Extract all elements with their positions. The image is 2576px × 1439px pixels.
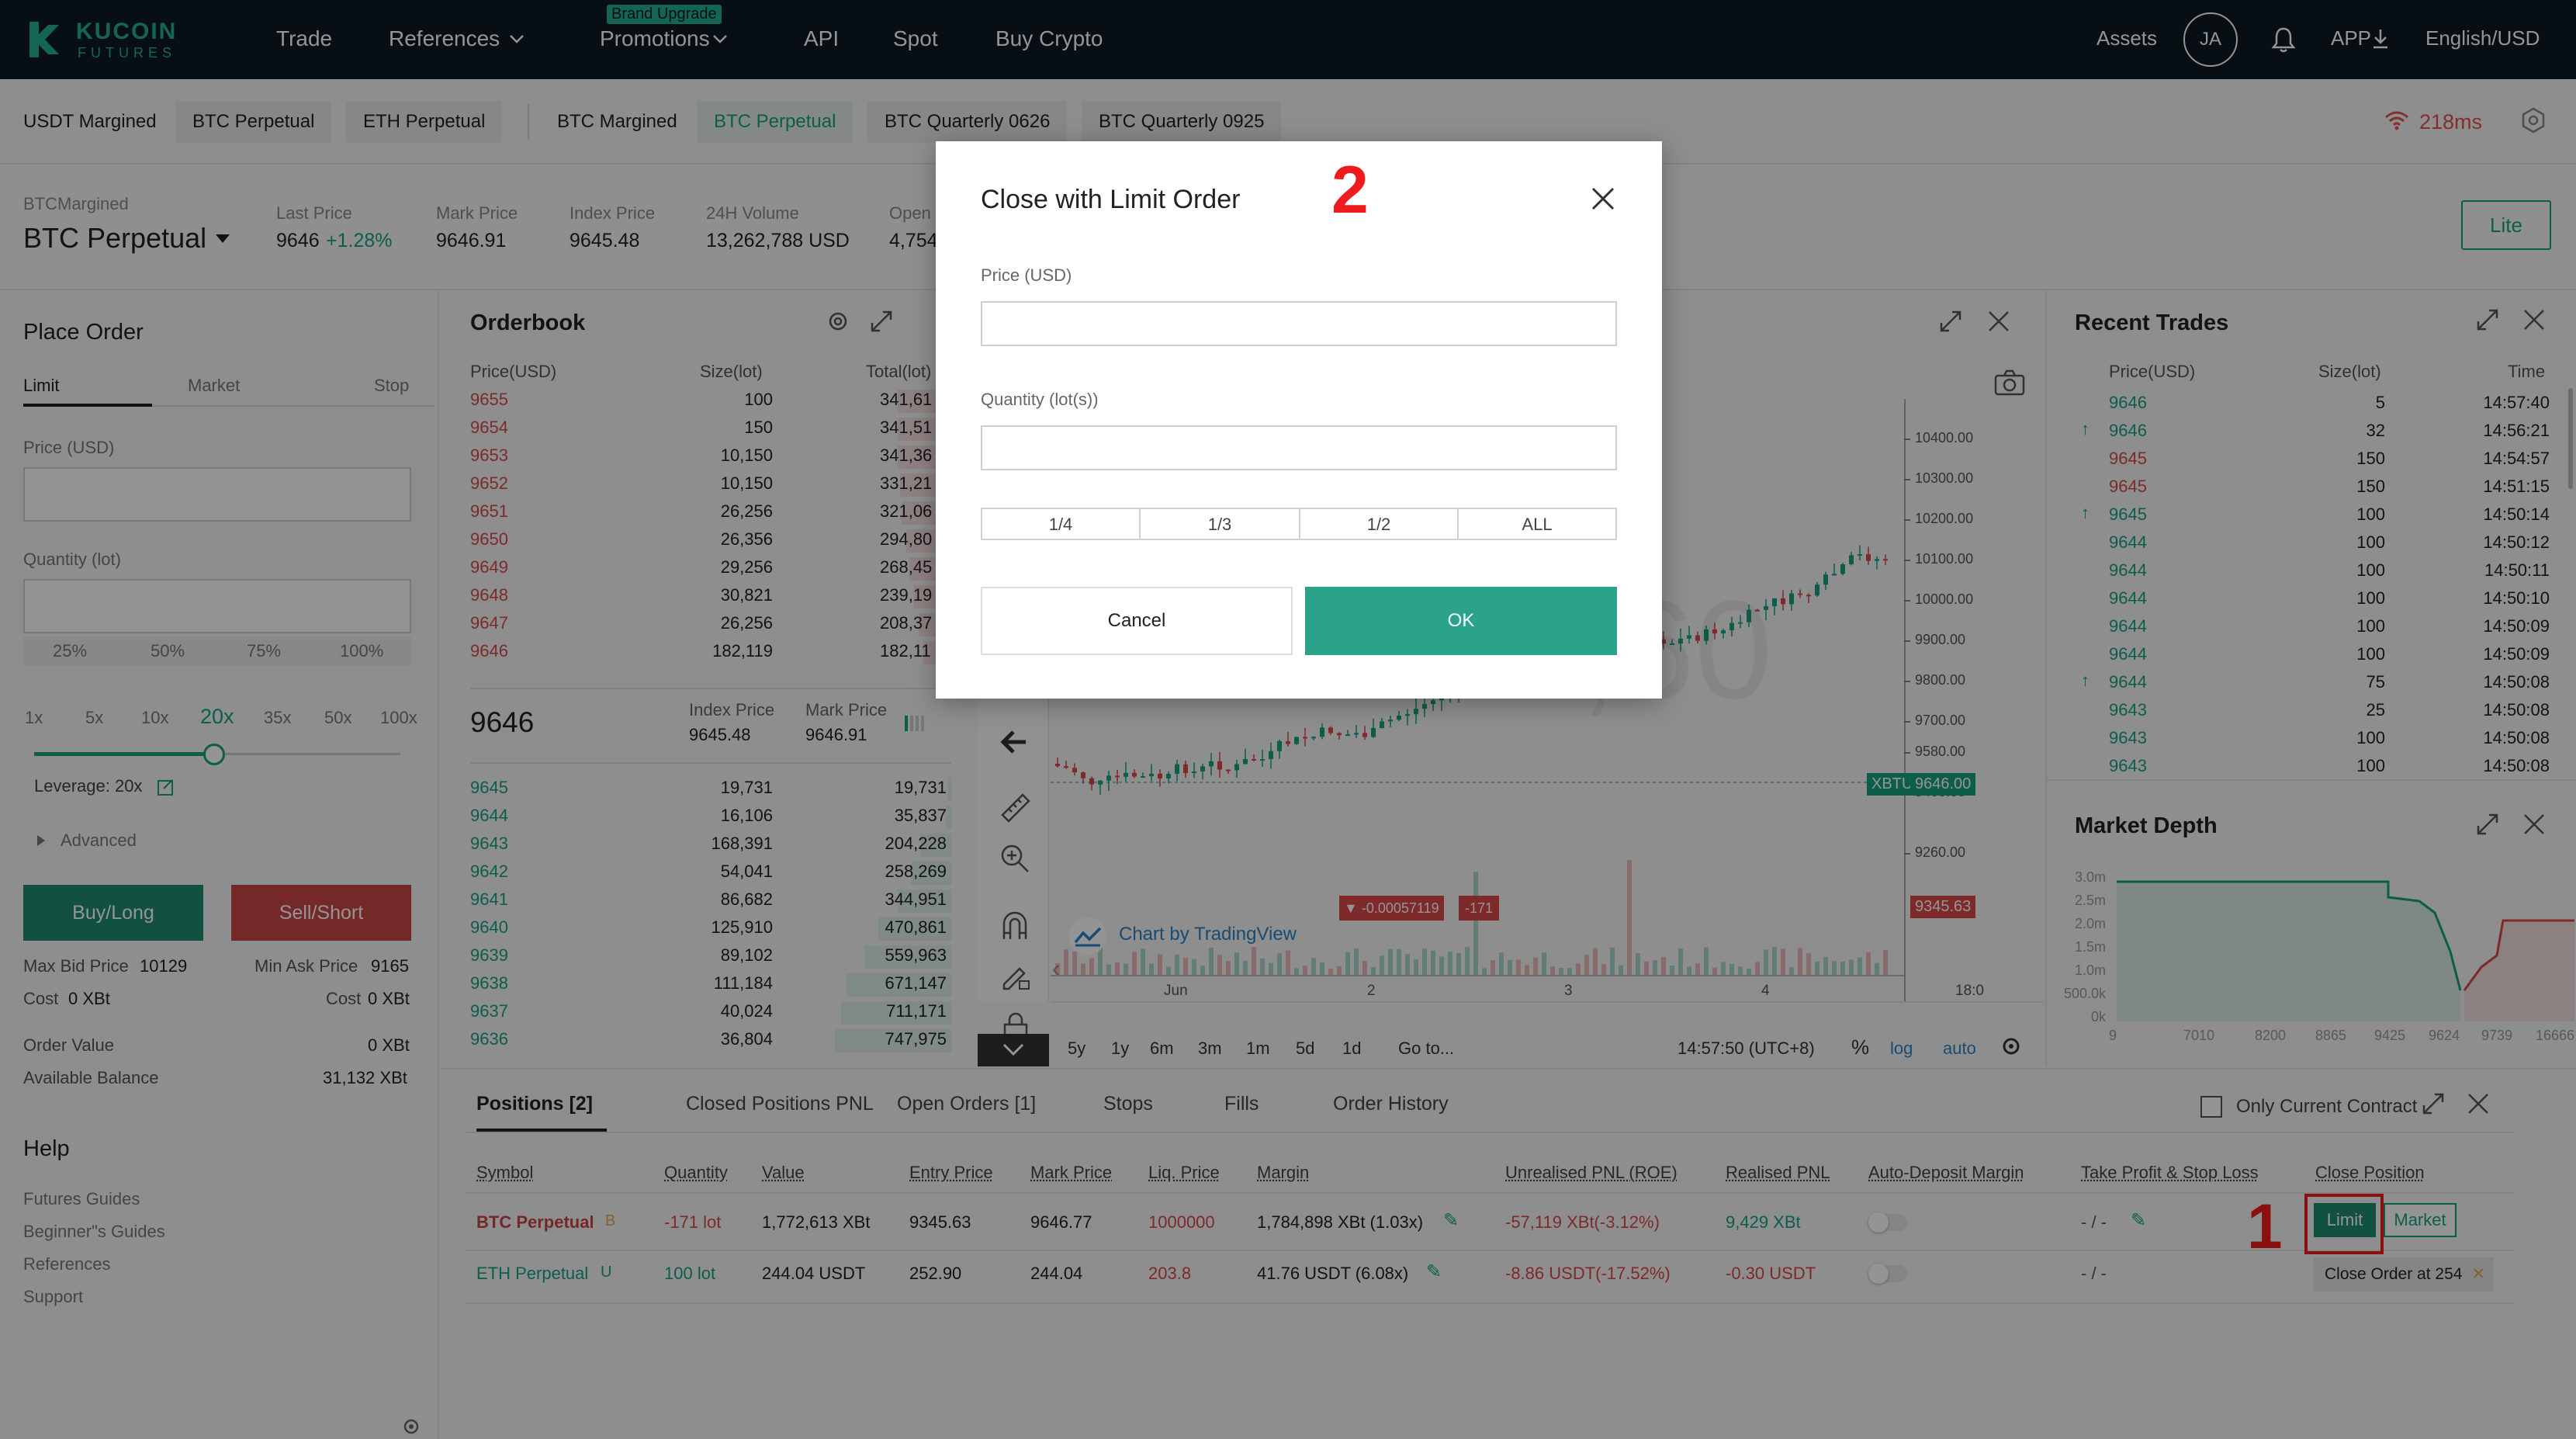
dialog-title: Close with Limit Order [981,185,1241,214]
dialog-quantity-input[interactable] [981,425,1617,470]
dialog-ok-button[interactable]: OK [1305,587,1617,655]
dialog-cancel-button[interactable]: Cancel [981,587,1293,655]
fraction-quarter[interactable]: 1/4 [981,508,1141,540]
fraction-half[interactable]: 1/2 [1300,508,1459,540]
close-limit-order-dialog: Close with Limit Order 2 Price (USD) Qua… [936,141,1662,699]
fraction-all[interactable]: ALL [1459,508,1617,540]
dialog-quantity-label: Quantity (lot(s)) [981,390,1099,409]
dialog-price-input[interactable] [981,301,1617,346]
step-2-label: 2 [1331,153,1369,227]
dialog-price-label: Price (USD) [981,265,1072,285]
fraction-third[interactable]: 1/3 [1141,508,1300,540]
